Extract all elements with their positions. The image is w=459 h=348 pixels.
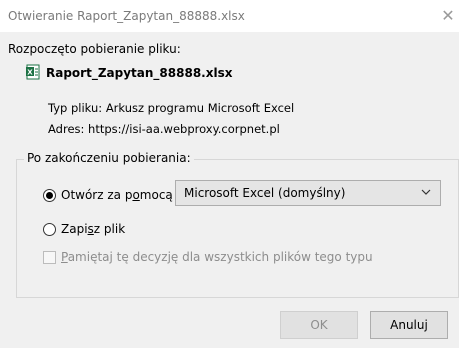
application-select[interactable]: Microsoft Excel (domyślny): [175, 180, 441, 206]
after-download-label: Po zakończeniu pobierania:: [24, 151, 194, 165]
remember-decision-label[interactable]: Pamiętaj tę decyzję dla wszystkich plikó…: [61, 250, 373, 264]
address-row: Adres: https://isi-aa.webproxy.corpnet.p…: [48, 122, 280, 136]
open-with-label[interactable]: Otwórz za pomocą: [61, 188, 173, 202]
file-type-value: Arkusz programu Microsoft Excel: [105, 101, 295, 115]
cancel-button[interactable]: Anuluj: [370, 311, 448, 339]
remember-decision-checkbox[interactable]: [43, 251, 56, 264]
save-file-radio[interactable]: [43, 223, 56, 236]
address-label: Adres:: [48, 122, 85, 136]
file-type-label: Typ pliku:: [48, 101, 103, 115]
file-name: Raport_Zapytan_88888.xlsx: [46, 66, 233, 80]
ok-button[interactable]: OK: [280, 311, 358, 339]
close-icon[interactable]: ✕: [437, 6, 459, 26]
download-heading: Rozpoczęto pobieranie pliku:: [8, 42, 181, 56]
open-with-radio[interactable]: [43, 189, 56, 202]
radio-selected-dot: [46, 192, 53, 199]
title-bar: Otwieranie Raport_Zapytan_88888.xlsx ✕: [0, 0, 459, 32]
file-type-row: Typ pliku: Arkusz programu Microsoft Exc…: [48, 101, 294, 115]
svg-text:X: X: [27, 69, 33, 77]
application-select-value: Microsoft Excel (domyślny): [184, 186, 346, 200]
excel-file-icon: X: [26, 64, 40, 80]
chevron-down-icon: [421, 189, 431, 195]
window-title: Otwieranie Raport_Zapytan_88888.xlsx: [8, 9, 245, 23]
save-file-label[interactable]: Zapisz plik: [61, 222, 125, 236]
download-dialog: Otwieranie Raport_Zapytan_88888.xlsx ✕ R…: [0, 0, 459, 348]
address-value: https://isi-aa.webproxy.corpnet.pl: [88, 122, 280, 136]
